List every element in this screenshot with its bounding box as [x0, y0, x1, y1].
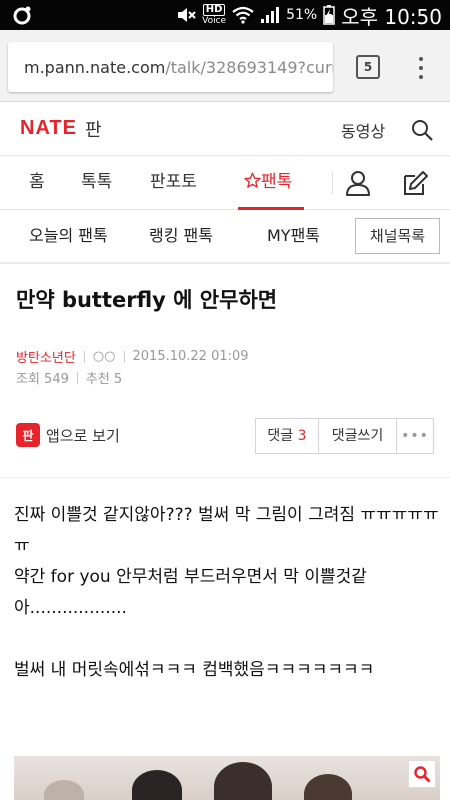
browser-toolbar: m.pann.nate.com/talk/328693149?currM 5	[0, 30, 450, 102]
comments-label: 댓글	[267, 428, 294, 444]
view-count: 조회 549	[16, 372, 69, 387]
url-host: m.pann.nate.com	[24, 57, 166, 77]
video-link[interactable]: 동영상	[341, 118, 385, 142]
battery-percent: 51%	[286, 7, 318, 23]
comments-count: 3	[297, 428, 307, 444]
meta-separator	[123, 350, 125, 363]
comments-button[interactable]: 댓글 3	[256, 419, 319, 453]
body-line: 아..................	[14, 598, 127, 618]
user-icon[interactable]	[344, 169, 372, 197]
sub-nav: 오늘의 팬톡 랭킹 팬톡 MY팬톡 채널목록	[0, 210, 450, 264]
star-icon	[244, 172, 261, 188]
photo-figure	[214, 762, 272, 800]
browser-menu-icon[interactable]	[414, 54, 428, 82]
voice-label: Voice	[202, 16, 227, 26]
notification-icon	[13, 6, 31, 25]
photo-figure	[44, 780, 84, 800]
hd-voice-indicator: HD Voice	[202, 4, 226, 26]
content-divider	[0, 477, 450, 478]
battery-charging-icon	[323, 5, 335, 25]
photo-figure	[132, 770, 182, 800]
pann-app-icon: 판	[16, 423, 40, 447]
post-date: 2015.10.22 01:09	[132, 349, 249, 364]
body-line: 진짜 이쁠것 같지않아??? 벌써 막 그림이 그려짐 ㅠㅠㅠㅠㅠ	[14, 505, 439, 525]
meta-separator	[83, 350, 85, 363]
article-meta: 방탄소년단 ○○ 2015.10.22 01:09	[16, 347, 249, 366]
section-name[interactable]: 판	[85, 116, 102, 142]
channel-list-button[interactable]: 채널목록	[355, 218, 440, 254]
subnav-my-fantok[interactable]: MY팬톡	[267, 210, 320, 262]
author-name[interactable]: 방탄소년단	[16, 347, 76, 366]
article-actions: 댓글 3 댓글쓰기 •••	[255, 418, 434, 454]
wifi-icon	[232, 6, 254, 24]
zoom-image-button[interactable]	[408, 760, 436, 788]
main-nav: 홈 톡톡 판포토 팬톡	[0, 156, 450, 210]
url-path: /talk/328693149?currM	[165, 57, 333, 77]
magnifier-icon	[414, 766, 431, 783]
status-bar: HD Voice 51% 오후 10:50	[0, 0, 450, 30]
subnav-today-fantok[interactable]: 오늘의 팬톡	[29, 210, 108, 262]
write-comment-button[interactable]: 댓글쓰기	[319, 419, 397, 453]
body-line: ㅠ	[14, 536, 30, 556]
article-body: 진짜 이쁠것 같지않아??? 벌써 막 그림이 그려짐 ㅠㅠㅠㅠㅠ ㅠ 약간 f…	[14, 500, 439, 686]
write-icon[interactable]	[401, 169, 429, 197]
recommend-count: 추천 5	[85, 372, 123, 387]
body-line: 벌써 내 머릿속에섞ㅋㅋㅋ 컴백했음ㅋㅋㅋㅋㅋㅋㅋ	[14, 660, 375, 680]
body-line: 약간 for you 안무처럼 부드러우면서 막 이쁠것같	[14, 567, 367, 587]
article-stats: 조회 549 추천 5	[16, 368, 122, 387]
nav-home[interactable]: 홈	[29, 156, 45, 210]
signal-icon	[261, 7, 280, 23]
open-in-app-label: 앱으로 보기	[46, 426, 120, 445]
article-photo[interactable]	[14, 756, 440, 800]
hd-label: HD	[202, 4, 226, 16]
nav-fantok[interactable]: 팬톡	[238, 156, 304, 210]
nate-logo[interactable]: NATE	[20, 117, 77, 140]
body-line	[14, 624, 439, 655]
nav-divider	[332, 172, 333, 194]
tab-switcher-button[interactable]: 5	[356, 55, 380, 79]
search-icon[interactable]	[410, 118, 434, 142]
clock: 오후 10:50	[341, 4, 442, 29]
author-sub: ○○	[92, 349, 116, 364]
open-in-app-link[interactable]: 판 앱으로 보기	[16, 423, 120, 447]
mute-icon	[178, 8, 196, 22]
subnav-ranking-fantok[interactable]: 랭킹 팬톡	[149, 210, 213, 262]
photo-figure	[304, 774, 352, 800]
article-title: 만약 butterfly 에 안무하면	[16, 288, 278, 312]
meta-separator	[76, 371, 78, 384]
more-options-button[interactable]: •••	[397, 419, 433, 453]
nav-toktok[interactable]: 톡톡	[81, 156, 112, 210]
nav-panphoto[interactable]: 판포토	[150, 156, 197, 210]
url-bar[interactable]: m.pann.nate.com/talk/328693149?currM	[8, 42, 333, 92]
site-header: NATE 판 동영상	[0, 102, 450, 156]
nav-fantok-label: 팬톡	[261, 172, 293, 192]
